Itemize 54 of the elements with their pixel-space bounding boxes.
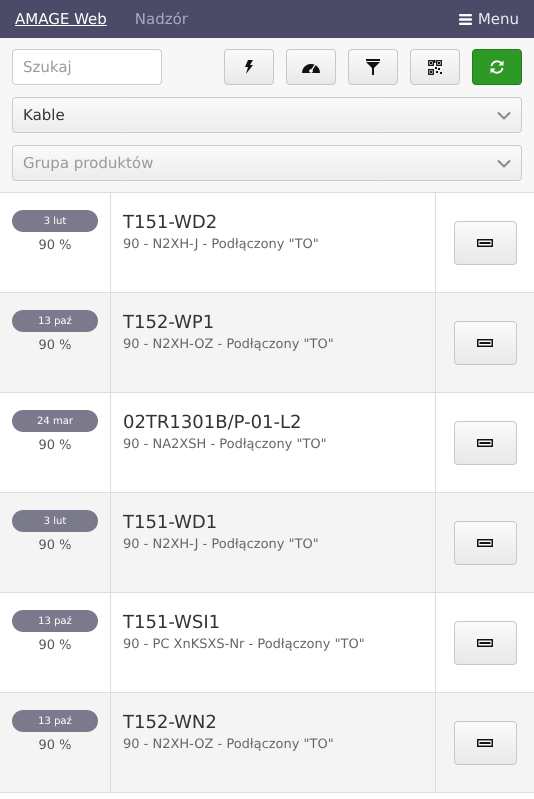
qr-code-icon bbox=[428, 60, 442, 74]
search-field[interactable]: Szukaj bbox=[12, 49, 162, 85]
chevron-icon bbox=[497, 158, 511, 168]
gauge-button[interactable] bbox=[286, 49, 336, 85]
row-button[interactable] bbox=[454, 220, 516, 264]
row-button[interactable] bbox=[454, 320, 516, 364]
date-badge: 13 paź bbox=[12, 710, 98, 732]
row-button[interactable] bbox=[454, 720, 516, 764]
brand-link[interactable]: AMAGE Web bbox=[15, 10, 107, 28]
percent-text: 90 % bbox=[38, 538, 72, 553]
date-badge: 13 paź bbox=[12, 610, 98, 632]
chevron-icon bbox=[497, 110, 511, 120]
menu-button[interactable]: Menu bbox=[458, 10, 519, 28]
date-badge: 13 paź bbox=[12, 310, 98, 332]
cable-detail: 90 - N2XH-J - Podłączony "TO" bbox=[123, 237, 320, 252]
minus-square-icon bbox=[477, 238, 493, 246]
minus-square-icon bbox=[477, 438, 493, 446]
cable-detail: 90 - N2XH-OZ - Podłączony "TO" bbox=[123, 737, 335, 752]
row-button[interactable] bbox=[454, 420, 516, 464]
cable-title: T151-WSI1 bbox=[123, 612, 222, 633]
percent-text: 90 % bbox=[38, 638, 72, 653]
date-badge: 3 lut bbox=[12, 510, 98, 532]
menu-icon bbox=[458, 14, 472, 24]
percent-text: 90 % bbox=[38, 338, 72, 353]
cable-title: T152-WP1 bbox=[123, 312, 216, 333]
date-badge: 3 lut bbox=[12, 210, 98, 232]
percent-text: 90 % bbox=[38, 238, 72, 253]
dropdown[interactable]: Kable bbox=[12, 97, 522, 133]
cable-detail: 90 - N2XH-J - Podłączony "TO" bbox=[123, 537, 320, 552]
cable-detail: 90 - PC XnKSXS-Nr - Podłączony "TO" bbox=[123, 637, 366, 652]
bolt-button[interactable] bbox=[224, 49, 274, 85]
row-button[interactable] bbox=[454, 620, 516, 664]
nav-link[interactable]: Nadzór bbox=[134, 10, 188, 28]
cable-title: T152-WN2 bbox=[123, 712, 218, 733]
cable-detail: 90 - N2XH-OZ - Podłączony "TO" bbox=[123, 337, 335, 352]
refresh-icon bbox=[489, 59, 505, 75]
cable-detail: 90 - NA2XSH - Podłączony "TO" bbox=[123, 437, 328, 452]
minus-square-icon bbox=[477, 538, 493, 546]
refresh-button[interactable] bbox=[472, 49, 522, 85]
gauge-icon bbox=[302, 61, 320, 73]
percent-text: 90 % bbox=[38, 438, 72, 453]
cable-title: T151-WD2 bbox=[123, 212, 218, 233]
minus-square-icon bbox=[477, 638, 493, 646]
cable-title: T151-WD1 bbox=[123, 512, 218, 533]
minus-square-icon bbox=[477, 738, 493, 746]
qr-code-button[interactable] bbox=[410, 49, 460, 85]
minus-square-icon bbox=[477, 338, 493, 346]
row-button[interactable] bbox=[454, 520, 516, 564]
percent-text: 90 % bbox=[38, 738, 72, 753]
filter-icon bbox=[366, 59, 380, 75]
date-badge: 24 mar bbox=[12, 410, 98, 432]
bolt-icon bbox=[244, 60, 254, 74]
filter-button[interactable] bbox=[348, 49, 398, 85]
cable-title: 02TR1301B/P-01-L2 bbox=[123, 412, 302, 433]
